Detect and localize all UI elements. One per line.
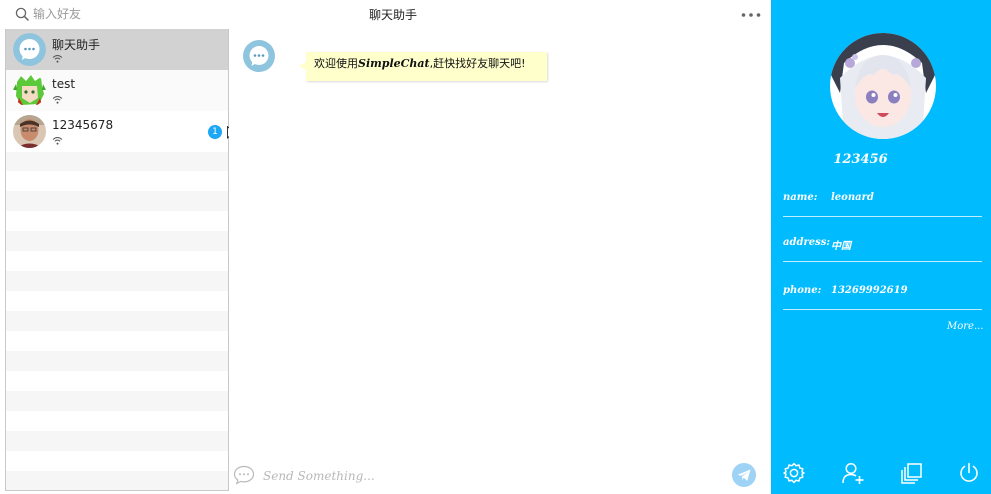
wifi-icon [52, 96, 63, 104]
name-value: leonard [831, 192, 874, 203]
contact-item-test[interactable]: test [6, 70, 228, 111]
settings-gear-icon[interactable] [782, 461, 806, 485]
contact-item-assistant[interactable]: 聊天助手 [6, 29, 228, 70]
search-input[interactable] [33, 6, 213, 22]
address-value: 中国 [831, 241, 851, 252]
contact-list[interactable]: 聊天助手 test 12345678 1 [5, 29, 229, 491]
profile-phone-row: phone: 13269992619 [783, 285, 982, 310]
profile-user-id: 123456 [833, 152, 888, 167]
user-avatar [13, 115, 46, 148]
more-link[interactable]: More... [947, 321, 984, 332]
add-user-icon[interactable] [841, 461, 865, 485]
profile-panel: 123456 name: leonard address: 中国 phone: … [771, 0, 991, 494]
wifi-icon [52, 55, 63, 63]
message-prefix: 欢迎使用 [314, 57, 358, 70]
search-bar [0, 0, 229, 28]
contact-name: 聊天助手 [52, 38, 101, 52]
search-icon [15, 7, 29, 21]
message-input[interactable] [263, 468, 713, 484]
phone-label: phone: [783, 285, 822, 296]
address-label: address: [783, 237, 831, 248]
send-plane-icon [737, 469, 751, 481]
message-suffix: ,赶快找好友聊天吧! [429, 57, 526, 70]
message-brand: SimpleChat [358, 57, 430, 70]
test-avatar [13, 74, 46, 107]
profile-address-row: address: 中国 [783, 237, 982, 262]
profile-name-row: name: leonard [783, 192, 982, 217]
chat-area: 聊天助手 欢迎使用SimpleChat,赶快找好友聊天吧! [229, 0, 770, 494]
power-icon[interactable] [957, 461, 981, 485]
wifi-icon [52, 137, 63, 145]
contact-name: 12345678 [52, 118, 114, 132]
chat-bubble-icon[interactable] [233, 465, 255, 485]
send-button[interactable] [732, 463, 756, 487]
contact-name: test [52, 77, 76, 91]
contact-item-12345678[interactable]: 12345678 1 [6, 111, 228, 152]
contact-panel: 聊天助手 test [0, 0, 237, 494]
message-text: 欢迎使用SimpleChat,赶快找好友聊天吧! [314, 55, 526, 71]
layers-icon[interactable] [900, 461, 924, 485]
profile-avatar [830, 33, 936, 139]
assistant-avatar [243, 40, 275, 72]
unread-badge: 1 [208, 125, 222, 139]
phone-value: 13269992619 [831, 285, 908, 296]
chat-title: 聊天助手 [368, 8, 417, 22]
message-input-bar [229, 460, 770, 494]
name-label: name: [783, 192, 818, 203]
message-bubble: 欢迎使用SimpleChat,赶快找好友聊天吧! [299, 52, 547, 81]
assistant-avatar [13, 33, 46, 66]
more-dots-icon[interactable] [741, 13, 761, 17]
